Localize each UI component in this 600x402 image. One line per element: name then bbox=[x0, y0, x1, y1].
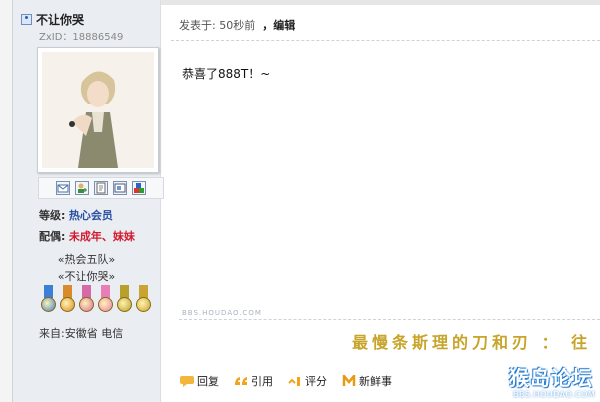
medal-coin bbox=[60, 297, 75, 312]
post-content: 恭喜了888T！~ bbox=[182, 67, 271, 81]
mail-icon[interactable] bbox=[56, 181, 70, 195]
meta-divider bbox=[171, 40, 600, 41]
rate-label: 评分 bbox=[305, 375, 327, 388]
reply-icon bbox=[179, 375, 195, 387]
author-zxid: ZxID：18886549 bbox=[39, 32, 124, 43]
author-location: 来自:安徽省 电信 bbox=[39, 327, 124, 340]
post-actions: 回复 引用 评分 新鲜事 bbox=[179, 373, 392, 389]
rate-button[interactable]: 评分 bbox=[287, 373, 327, 389]
author-name[interactable]: 不让你哭 bbox=[36, 11, 84, 28]
medal-icon[interactable] bbox=[97, 285, 114, 318]
fresh-news-button[interactable]: 新鲜事 bbox=[341, 373, 392, 389]
avatar-image bbox=[42, 52, 154, 168]
quote-label: 引用 bbox=[251, 375, 273, 388]
medal-coin bbox=[41, 297, 56, 312]
blog-icon[interactable] bbox=[113, 181, 127, 195]
profile-card-icon[interactable] bbox=[94, 181, 108, 195]
member-level-row: 等级: 热心会员 bbox=[39, 207, 113, 223]
post-meta: 发表于: 50秒前 ，编辑 bbox=[179, 17, 295, 33]
signature-divider bbox=[179, 319, 600, 320]
site-logo-url: BBS.HOUDAO.COM bbox=[513, 390, 596, 399]
author-action-bar bbox=[38, 177, 164, 199]
medal-coin bbox=[98, 297, 113, 312]
medal-icon[interactable] bbox=[116, 285, 133, 318]
avatar[interactable] bbox=[37, 47, 159, 173]
signature: 最慢条斯理的刀和刃 ： 往 bbox=[352, 333, 592, 352]
quote-icon bbox=[233, 375, 249, 387]
team-tag: «热会五队» bbox=[57, 253, 116, 266]
watermark: BBS.HOUDAO.COM bbox=[182, 309, 262, 317]
left-frame bbox=[0, 0, 13, 402]
medal-coin bbox=[136, 297, 151, 312]
medal-coin bbox=[79, 297, 94, 312]
rate-icon bbox=[287, 375, 303, 387]
post-time: 发表于: 50秒前 bbox=[179, 19, 256, 32]
spouse-row: 配偶: 未成年、妹妹 bbox=[39, 228, 135, 244]
app-blocks-icon[interactable] bbox=[132, 181, 146, 195]
medal-icon[interactable] bbox=[40, 285, 57, 318]
spouse-value[interactable]: 未成年、妹妹 bbox=[69, 230, 135, 243]
author-sidebar: 不让你哭 ZxID：18886549 等级: 热心会员 配偶: 未成年、妹妹 «… bbox=[13, 0, 164, 402]
add-friend-icon[interactable] bbox=[75, 181, 89, 195]
reply-label: 回复 bbox=[197, 375, 219, 388]
fresh-news-label: 新鲜事 bbox=[359, 375, 392, 388]
medal-coin bbox=[117, 297, 132, 312]
edit-link[interactable]: ，编辑 bbox=[262, 19, 295, 32]
spouse-label: 配偶: bbox=[39, 230, 66, 243]
user-icon bbox=[21, 14, 32, 25]
member-level-label: 等级: bbox=[39, 209, 66, 222]
medal-icon[interactable] bbox=[78, 285, 95, 318]
quote-button[interactable]: 引用 bbox=[233, 373, 273, 389]
custom-title: «不让你哭» bbox=[57, 270, 116, 283]
reply-button[interactable]: 回复 bbox=[179, 373, 219, 389]
author-name-row: 不让你哭 bbox=[21, 11, 84, 28]
medal-icon[interactable] bbox=[59, 285, 76, 318]
medal-icon[interactable] bbox=[135, 285, 152, 318]
medal-list bbox=[40, 285, 152, 318]
site-logo-title: 猴岛论坛 bbox=[509, 366, 593, 390]
site-logo: 猴岛论坛 BBS.HOUDAO.COM bbox=[507, 362, 600, 402]
fresh-news-icon bbox=[341, 375, 357, 387]
member-level-value: 热心会员 bbox=[68, 209, 113, 222]
